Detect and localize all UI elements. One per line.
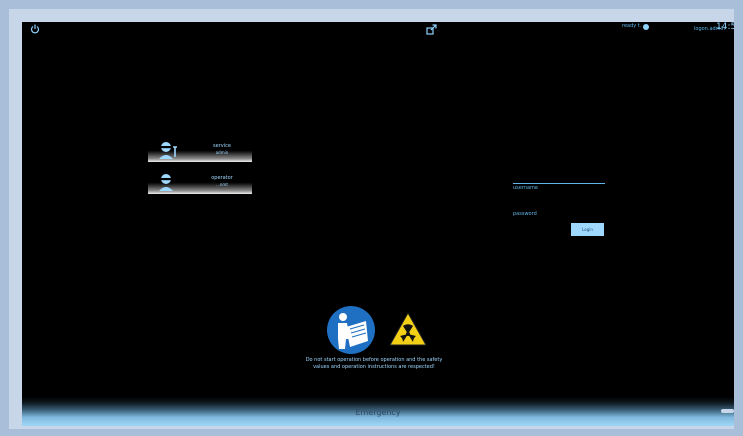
password-input[interactable] bbox=[513, 209, 605, 219]
power-icon[interactable] bbox=[30, 24, 40, 34]
user-card-operator[interactable]: operator ...nmt bbox=[148, 172, 252, 194]
username-field-wrapper bbox=[513, 174, 605, 193]
password-field-wrapper bbox=[513, 200, 605, 219]
status-text: ready t. bbox=[622, 23, 642, 29]
login-button[interactable]: Login bbox=[571, 223, 604, 236]
operator-user-icon bbox=[159, 174, 173, 191]
safety-notice: Do not start operation before operation … bbox=[284, 357, 464, 371]
notice-line-1: Do not start operation before operation … bbox=[305, 357, 443, 363]
user-name: service bbox=[213, 143, 231, 149]
emergency-label: Emergency bbox=[355, 408, 401, 417]
service-user-icon bbox=[159, 142, 177, 159]
emergency-handle[interactable] bbox=[721, 409, 734, 413]
notice-line-2: values and operation instructions are re… bbox=[313, 364, 435, 370]
user-role: ...nmt bbox=[216, 182, 228, 187]
emergency-bar[interactable]: Emergency bbox=[22, 397, 734, 426]
user-role: admin bbox=[215, 150, 229, 155]
export-icon[interactable] bbox=[426, 24, 437, 35]
radiation-warning-icon bbox=[389, 312, 427, 346]
username-input[interactable] bbox=[513, 183, 605, 193]
read-manual-icon bbox=[327, 306, 375, 354]
status-indicator-icon bbox=[643, 24, 649, 30]
user-name: operator bbox=[211, 175, 233, 181]
main-screen: ready t. logon.admin 14:55 service admin… bbox=[22, 22, 734, 426]
user-card-service[interactable]: service admin bbox=[148, 140, 252, 162]
clock: 14:55 bbox=[716, 22, 734, 32]
